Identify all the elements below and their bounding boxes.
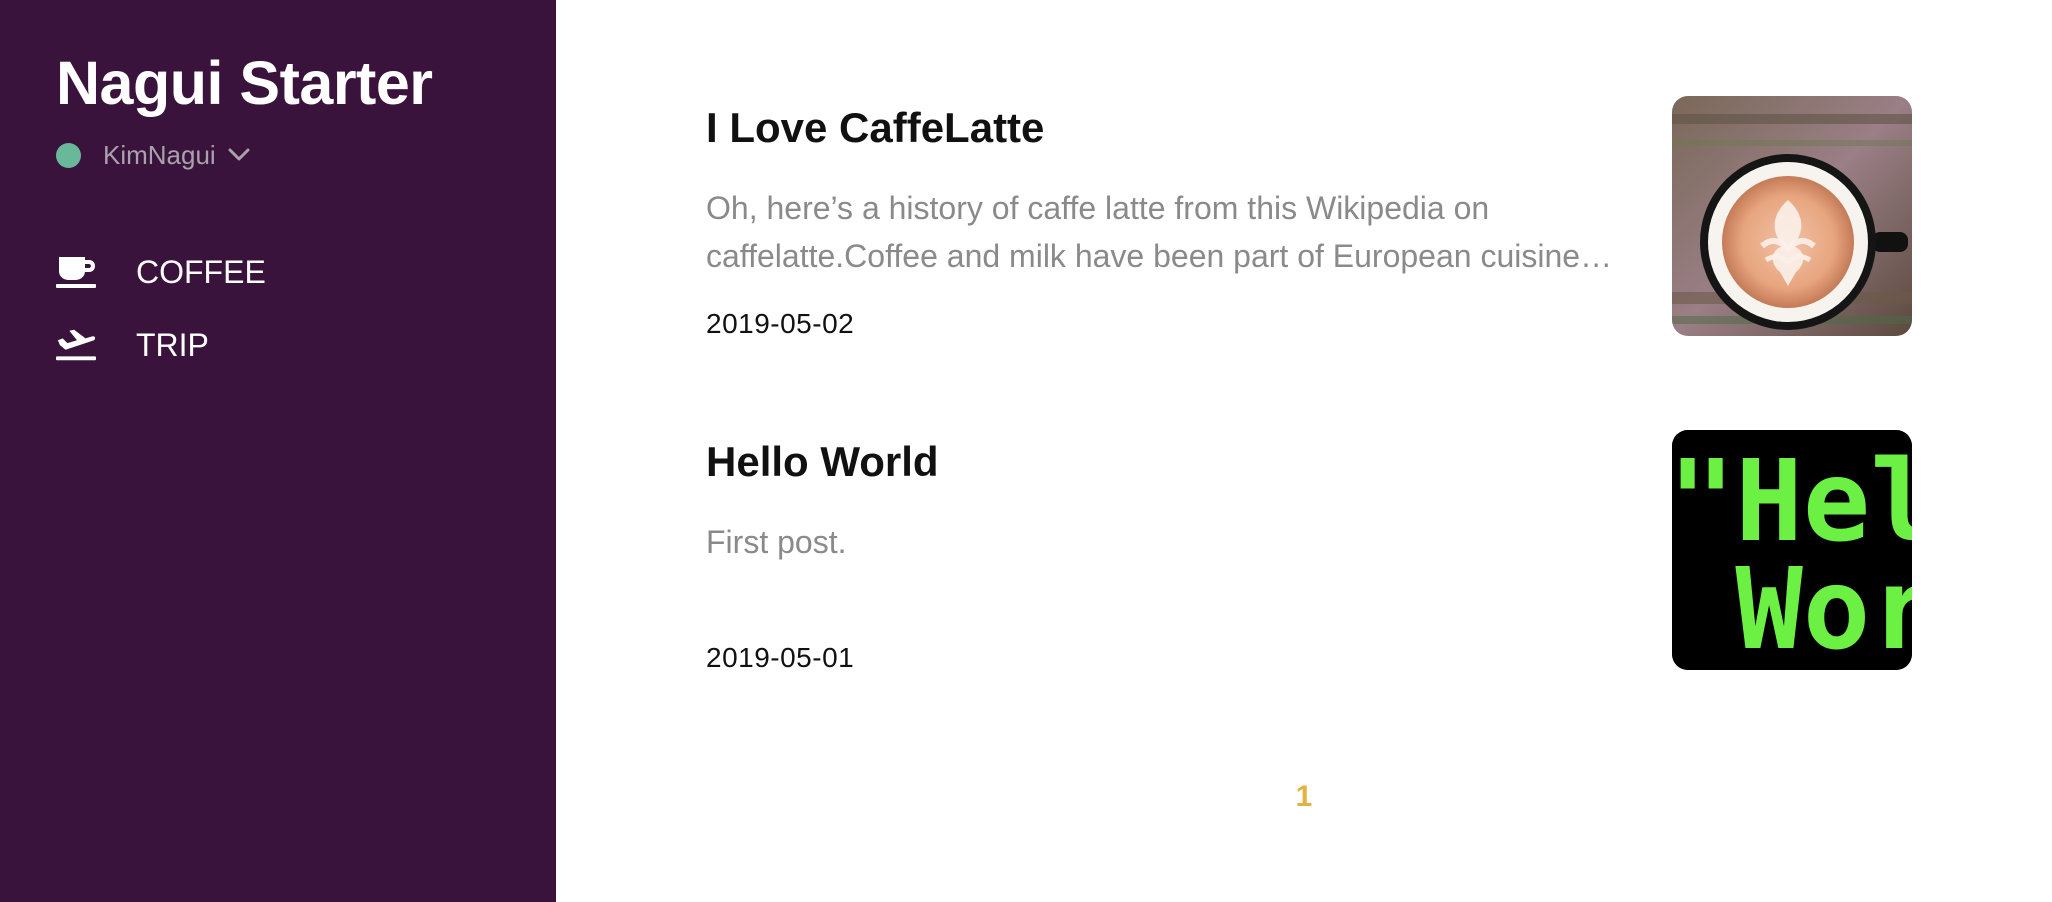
post-excerpt-line: First post.	[706, 524, 847, 560]
post-title[interactable]: Hello World	[706, 438, 939, 486]
post-title[interactable]: I Love CaffeLatte	[706, 104, 1044, 152]
post-card[interactable]: I Love CaffeLatte Oh, here’s a history o…	[706, 96, 1912, 339]
nav-item-label: COFFEE	[136, 253, 266, 290]
nav-item-coffee[interactable]: COFFEE	[56, 252, 266, 292]
user-menu[interactable]: KimNagui	[56, 138, 250, 172]
post-excerpt: First post.	[706, 518, 1666, 566]
post-excerpt-line: Oh, here’s a history of caffe latte from…	[706, 190, 1490, 226]
post-excerpt-line: caffelatte.Coffee and milk have been par…	[706, 238, 1613, 274]
post-date: 2019-05-02	[706, 308, 855, 339]
pagination: 1	[0, 780, 2052, 814]
site-title[interactable]: Nagui Starter	[56, 48, 433, 118]
nav-item-label: TRIP	[136, 326, 209, 363]
chevron-down-icon	[228, 144, 250, 166]
post-thumbnail[interactable]: "Hel Wor	[1672, 430, 1912, 670]
post-card[interactable]: Hello World First post. 2019-05-01 "Hel …	[706, 430, 1912, 673]
post-excerpt: Oh, here’s a history of caffe latte from…	[706, 184, 1666, 280]
thumbnail-code-text: Wor	[1672, 545, 1912, 670]
username: KimNagui	[103, 139, 216, 170]
pagination-page-current[interactable]: 1	[556, 780, 2052, 814]
post-thumbnail[interactable]	[1672, 96, 1912, 336]
nav-item-trip[interactable]: TRIP	[56, 325, 209, 365]
post-date: 2019-05-01	[706, 642, 855, 673]
airplane-icon	[56, 327, 96, 363]
hello-world-code-image: "Hel Wor	[1672, 430, 1912, 670]
coffee-cup-icon	[56, 254, 96, 290]
latte-art-photo	[1672, 96, 1912, 336]
online-status-dot	[56, 142, 81, 168]
sidebar: Nagui Starter KimNagui COFFEE TRIP	[0, 0, 556, 902]
